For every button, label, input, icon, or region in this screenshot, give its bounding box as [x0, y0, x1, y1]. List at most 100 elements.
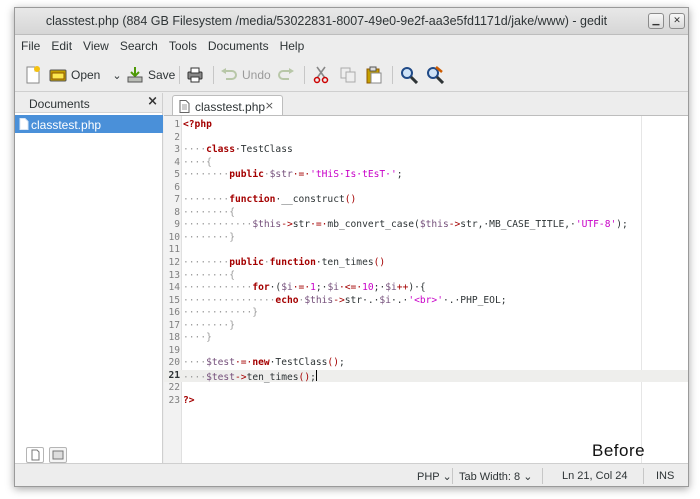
menu-tools[interactable]: Tools — [163, 36, 202, 53]
code-token: ········{ — [183, 206, 235, 218]
line-text: ········{ — [183, 207, 235, 220]
menu-view[interactable]: View — [77, 36, 114, 53]
menu-documents[interactable]: Documents — [202, 36, 274, 53]
editor-area: classtest.php × 1 <?php 2 3 ····class·TestCl… — [164, 93, 688, 463]
code-token: -> — [281, 219, 293, 231]
code-token: ···· — [183, 371, 207, 383]
side-panel-title: Documents — [29, 97, 90, 111]
line-number: 9 — [174, 219, 180, 231]
status-separator — [643, 468, 644, 484]
side-tab-documents[interactable] — [26, 447, 44, 463]
code-token: new — [252, 357, 270, 369]
side-tab-file-browser[interactable] — [49, 447, 67, 463]
status-separator — [542, 468, 543, 484]
code-line[interactable]: 16 ············} — [164, 307, 688, 320]
menu-search[interactable]: Search — [114, 36, 163, 53]
code-line[interactable]: 7 ········function·__construct() — [164, 194, 688, 207]
save-icon — [126, 66, 144, 84]
find-button[interactable] — [400, 64, 418, 86]
code-line[interactable]: 4 ····{ — [164, 156, 688, 170]
code-token: ···· — [183, 357, 207, 369]
code-line[interactable]: 6 — [164, 182, 688, 195]
cut-button[interactable] — [312, 64, 330, 86]
code-token: -> — [448, 219, 461, 231]
code-line[interactable]: 18 ····} — [164, 332, 688, 345]
open-button[interactable]: Open ⌄ — [49, 64, 122, 86]
language-selector[interactable]: PHP ⌄ — [417, 470, 452, 483]
code-line[interactable]: 3 ····class·TestClass — [164, 144, 688, 157]
code-line[interactable]: 20 ····$test·=·new·TestClass(); — [164, 357, 688, 370]
line-number: 11 — [168, 244, 180, 256]
code-line[interactable]: 14 ············for·($i·=·1;·$i·<=·10;·$i+… — [164, 282, 688, 295]
code-token: ;· — [315, 282, 328, 294]
copy-button[interactable] — [339, 64, 357, 86]
menu-bar: File Edit View Search Tools Documents Help — [15, 36, 688, 56]
save-button[interactable]: Save — [126, 64, 175, 86]
document-list-item-label: classtest.php — [31, 118, 102, 132]
menu-edit[interactable]: Edit — [45, 36, 77, 53]
new-document-button[interactable] — [24, 64, 42, 86]
minimize-button[interactable]: ▁ — [648, 13, 664, 29]
tab-close-button[interactable]: × — [265, 99, 274, 112]
code-line[interactable]: 12 ········public·function·ten_times() — [164, 257, 688, 270]
code-token: ++ — [396, 282, 409, 294]
code-token: ten_times — [246, 371, 299, 383]
line-number: 4 — [174, 156, 180, 168]
line-number: 23 — [168, 395, 180, 407]
document-list-item[interactable]: classtest.php — [15, 115, 163, 133]
before-overlay-label: Before — [592, 441, 646, 460]
close-window-button[interactable]: ✕ — [669, 13, 685, 29]
cut-icon — [312, 66, 330, 84]
code-token: -> — [235, 371, 247, 383]
code-line[interactable]: 5 ········public·$str·=·'tHiS·Is·tEsT·'; — [164, 169, 688, 182]
find-replace-button[interactable] — [426, 64, 444, 86]
line-text: ········public·$str·=·'tHiS·Is·tEsT·'; — [183, 169, 403, 182]
code-token: public — [229, 169, 264, 181]
documents-side-panel: Documents × classtest.php — [15, 93, 163, 463]
menu-help[interactable]: Help — [274, 36, 310, 53]
code-line[interactable]: 8 ········{ — [164, 206, 688, 220]
code-line[interactable]: 13 ········{ — [164, 270, 688, 283]
code-line[interactable]: 22 — [164, 382, 688, 395]
open-dropdown-icon[interactable]: ⌄ — [112, 69, 121, 82]
line-number: 18 — [168, 332, 180, 344]
language-dropdown-icon: ⌄ — [442, 471, 452, 483]
redo-button[interactable] — [277, 64, 295, 86]
side-panel-close-button[interactable]: × — [147, 94, 158, 109]
line-number: 8 — [174, 206, 180, 218]
code-token: ·__construct — [275, 194, 345, 206]
code-token: ········ — [183, 257, 230, 269]
document-tab[interactable]: classtest.php × — [172, 95, 283, 116]
code-line[interactable]: 1 <?php — [164, 119, 688, 132]
code-token: () — [373, 257, 386, 269]
menu-file[interactable]: File — [15, 36, 45, 53]
code-line[interactable]: 15 ················echo·$this->str·.·$i·.… — [164, 294, 688, 308]
redo-icon — [277, 67, 295, 83]
code-token: echo — [275, 294, 299, 306]
document-tab-bar: classtest.php × — [164, 93, 688, 116]
line-text: ····class·TestClass — [183, 144, 293, 157]
code-line[interactable]: 21 ····$test->ten_times(); — [164, 369, 688, 383]
code-token: () — [344, 194, 357, 206]
code-line[interactable]: 2 — [164, 132, 688, 145]
line-text: <?php — [183, 119, 212, 132]
code-line[interactable]: 19 — [164, 345, 688, 358]
code-line[interactable]: 17 ········} — [164, 320, 688, 333]
code-line[interactable]: 10 ········} — [164, 232, 688, 245]
tab-width-selector[interactable]: Tab Width: 8 ⌄ — [459, 470, 532, 483]
find-icon — [400, 66, 418, 84]
code-line[interactable]: 11 — [164, 244, 688, 257]
code-token: ····{ — [183, 156, 212, 168]
print-button[interactable] — [186, 64, 204, 86]
toolbar-separator — [304, 66, 305, 84]
code-editor[interactable]: 1 <?php 2 3 ····class·TestClass 4 ····{5 ······… — [164, 115, 688, 463]
code-token: ················ — [183, 294, 276, 306]
code-line[interactable]: 23 ?> — [164, 395, 688, 408]
code-line[interactable]: 9 ············$this->str·=·mb_convert_cas… — [164, 219, 688, 232]
undo-button[interactable]: Undo — [220, 64, 271, 86]
paste-icon — [365, 66, 383, 84]
paste-button[interactable] — [365, 64, 383, 86]
code-token: ·=· — [310, 219, 328, 231]
document-tab-label: classtest.php — [195, 100, 266, 114]
code-token: ·.·PHP_EOL; — [442, 294, 507, 306]
